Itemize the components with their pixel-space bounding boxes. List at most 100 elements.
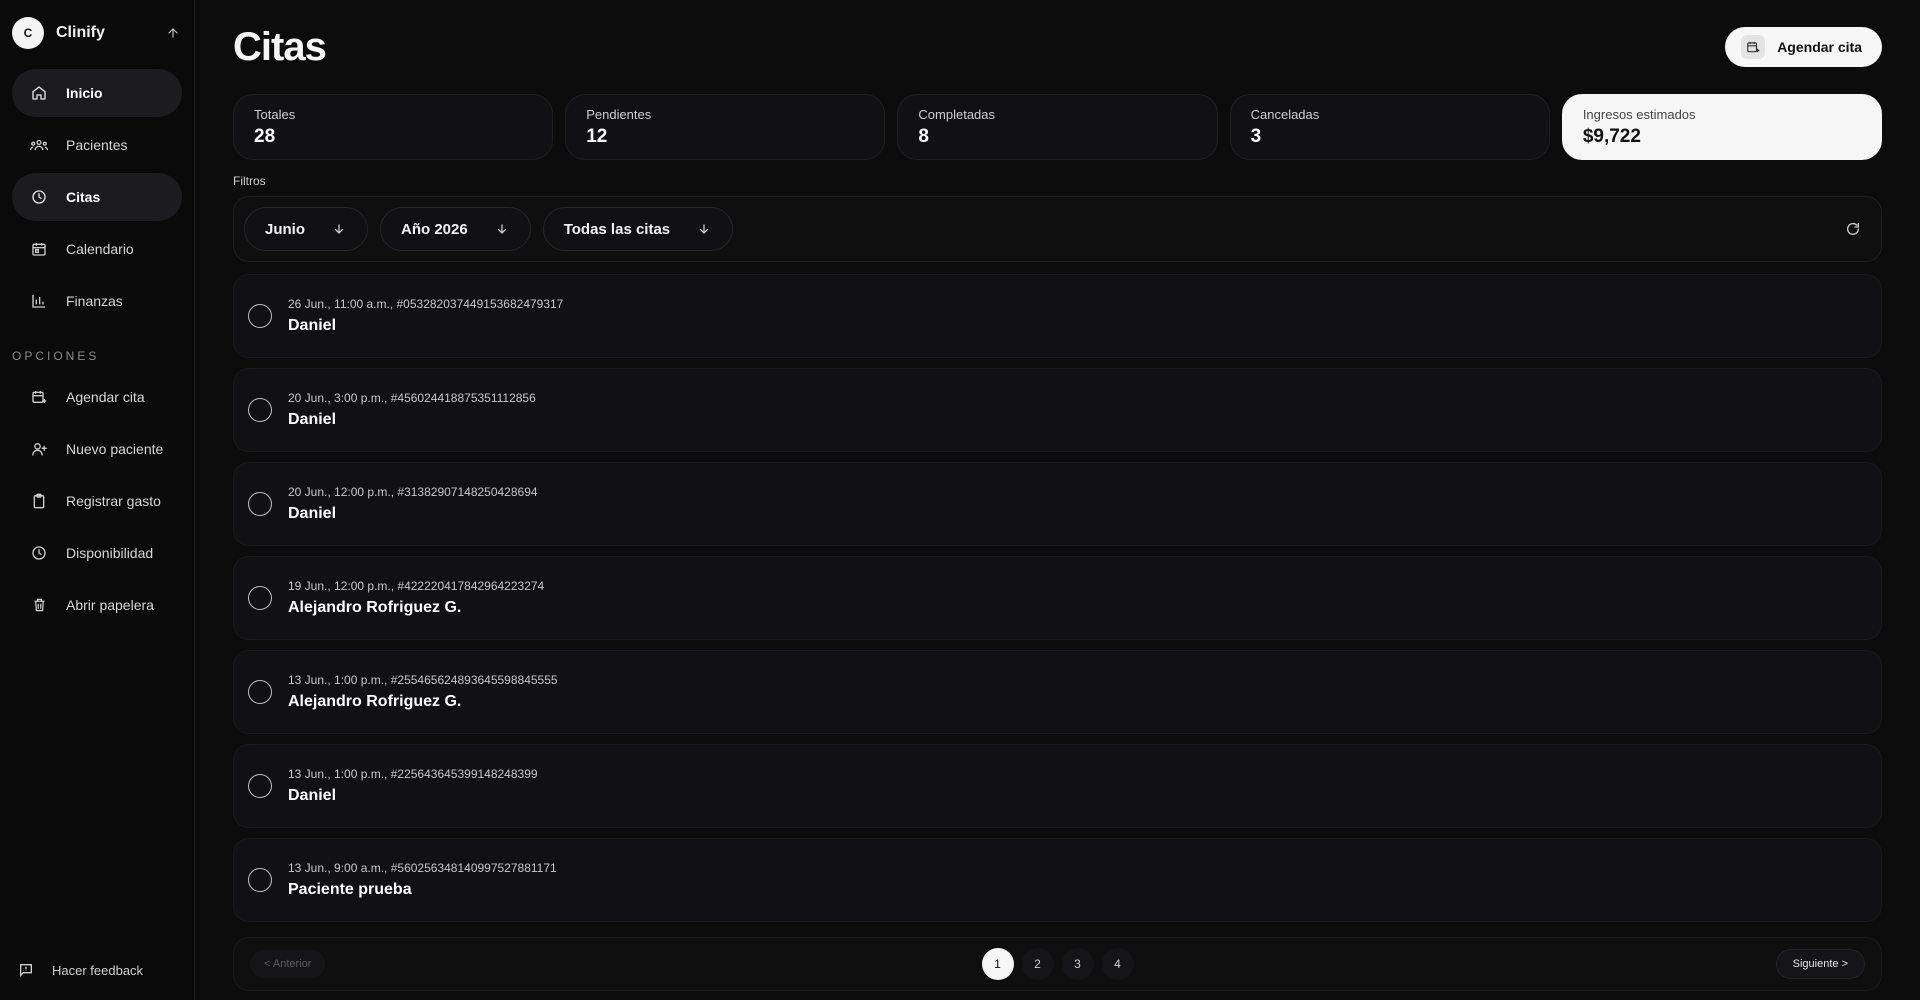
appointment-info: 13 Jun., 1:00 p.m., #2554656248936455988… bbox=[288, 673, 558, 711]
sidebar-item-label: Abrir papelera bbox=[66, 597, 154, 613]
sidebar-item-calendario[interactable]: Calendario bbox=[12, 225, 182, 273]
stat-label: Pendientes bbox=[586, 107, 652, 122]
users-icon bbox=[30, 136, 48, 154]
refresh-icon[interactable] bbox=[1845, 221, 1863, 239]
appointment-radio[interactable] bbox=[248, 304, 272, 328]
stat-label: Totales bbox=[254, 107, 296, 122]
clock-icon bbox=[30, 188, 48, 206]
sidebar-item-citas[interactable]: Citas bbox=[12, 173, 182, 221]
appointment-patient: Daniel bbox=[288, 411, 337, 428]
sidebar-item-label: Citas bbox=[66, 189, 101, 205]
clock-icon bbox=[30, 544, 48, 562]
appointment-info: 13 Jun., 9:00 a.m., #5602563481409975278… bbox=[288, 861, 557, 899]
page-1-button[interactable]: 1 bbox=[981, 948, 1014, 980]
stat-card-pendientes: Pendientes 12 bbox=[565, 94, 886, 160]
type-filter[interactable]: Todas las citas bbox=[542, 207, 734, 251]
pagination: < Anterior 1 2 3 4 Siguiente > bbox=[233, 937, 1882, 991]
next-page-button[interactable]: Siguiente > bbox=[1775, 949, 1865, 979]
trash-icon bbox=[30, 596, 48, 614]
stats-row: Totales 28 Pendientes 12 Completadas 8 C… bbox=[233, 94, 1883, 160]
appointment-row[interactable]: 26 Jun., 11:00 a.m., #053282037449153682… bbox=[233, 274, 1882, 358]
stat-value: 12 bbox=[586, 126, 608, 147]
appointment-radio[interactable] bbox=[248, 774, 272, 798]
appointment-radio[interactable] bbox=[248, 492, 272, 516]
appointment-radio[interactable] bbox=[248, 398, 272, 422]
appointment-meta: 26 Jun., 11:00 a.m., #053282037449153682… bbox=[288, 297, 564, 311]
stat-card-canceladas: Canceladas 3 bbox=[1229, 94, 1550, 160]
month-filter[interactable]: Junio bbox=[244, 207, 368, 251]
stat-card-totales: Totales 28 bbox=[233, 94, 554, 160]
appointment-info: 20 Jun., 3:00 p.m., #4560244188753511128… bbox=[288, 391, 536, 429]
page-numbers: 1 2 3 4 bbox=[981, 948, 1134, 980]
brand-avatar: C bbox=[12, 16, 44, 49]
appointment-radio[interactable] bbox=[248, 680, 272, 704]
sidebar-item-abrir-papelera[interactable]: Abrir papelera bbox=[12, 581, 182, 629]
sidebar: C Clinify Inicio Pacientes Citas Calenda… bbox=[0, 0, 195, 1000]
appointment-patient: Paciente prueba bbox=[288, 881, 412, 898]
agendar-cita-button-label: Agendar cita bbox=[1777, 39, 1862, 55]
sidebar-item-inicio[interactable]: Inicio bbox=[12, 69, 182, 117]
appointment-radio[interactable] bbox=[248, 586, 272, 610]
section-label: OPCIONES bbox=[12, 349, 100, 363]
home-icon bbox=[30, 84, 48, 102]
app-root: C Clinify Inicio Pacientes Citas Calenda… bbox=[0, 0, 1920, 1000]
brand-name: Clinify bbox=[56, 23, 105, 41]
appointment-meta: 13 Jun., 1:00 p.m., #2554656248936455988… bbox=[288, 673, 558, 687]
appointment-info: 13 Jun., 1:00 p.m., #2256436453991482483… bbox=[288, 767, 538, 805]
arrow-up-icon[interactable] bbox=[164, 24, 182, 42]
clipboard-icon bbox=[30, 492, 48, 510]
year-filter[interactable]: Año 2026 bbox=[380, 207, 531, 251]
arrow-down-icon bbox=[333, 222, 347, 236]
sidebar-item-finanzas[interactable]: Finanzas bbox=[12, 277, 182, 325]
appointment-row[interactable]: 19 Jun., 12:00 p.m., #422220417842964223… bbox=[233, 556, 1882, 640]
prev-page-button[interactable]: < Anterior bbox=[250, 950, 326, 978]
appointment-row[interactable]: 20 Jun., 3:00 p.m., #4560244188753511128… bbox=[233, 368, 1882, 452]
year-filter-value: Año 2026 bbox=[401, 220, 468, 238]
appointment-patient: Daniel bbox=[288, 505, 337, 522]
stat-label: Canceladas bbox=[1250, 107, 1320, 122]
appointment-meta: 20 Jun., 12:00 p.m., #313829071482504286… bbox=[288, 485, 538, 499]
page-4-button[interactable]: 4 bbox=[1101, 948, 1134, 980]
page-title: Citas bbox=[233, 24, 327, 69]
sidebar-item-agendar-cita[interactable]: Agendar cita bbox=[12, 373, 182, 421]
sidebar-item-label: Disponibilidad bbox=[66, 545, 154, 561]
feedback-link[interactable]: Hacer feedback bbox=[18, 962, 143, 978]
filters-label: Filtros bbox=[233, 174, 266, 188]
filters-bar: Junio Año 2026 Todas las citas bbox=[233, 196, 1882, 262]
appointment-patient: Daniel bbox=[288, 787, 337, 804]
stat-label: Completadas bbox=[918, 107, 996, 122]
sidebar-item-registrar-gasto[interactable]: Registrar gasto bbox=[12, 477, 182, 525]
appointment-radio[interactable] bbox=[248, 868, 272, 892]
appointment-patient: Daniel bbox=[288, 317, 337, 334]
appointment-row[interactable]: 13 Jun., 9:00 a.m., #5602563481409975278… bbox=[233, 838, 1882, 922]
appointment-meta: 19 Jun., 12:00 p.m., #422220417842964223… bbox=[288, 579, 545, 593]
sidebar-item-disponibilidad[interactable]: Disponibilidad bbox=[12, 529, 182, 577]
appointment-row[interactable]: 13 Jun., 1:00 p.m., #2256436453991482483… bbox=[233, 744, 1882, 828]
message-square-icon bbox=[18, 962, 34, 978]
sidebar-item-nuevo-paciente[interactable]: Nuevo paciente bbox=[12, 425, 182, 473]
appointment-info: 20 Jun., 12:00 p.m., #313829071482504286… bbox=[288, 485, 538, 523]
appointment-meta: 13 Jun., 9:00 a.m., #5602563481409975278… bbox=[288, 861, 557, 875]
bar-chart-icon bbox=[30, 292, 48, 310]
calendar-icon bbox=[30, 240, 48, 258]
appointment-row[interactable]: 13 Jun., 1:00 p.m., #2554656248936455988… bbox=[233, 650, 1882, 734]
feedback-label: Hacer feedback bbox=[52, 962, 144, 978]
appointment-patient: Alejandro Rofriguez G. bbox=[288, 693, 462, 710]
page-3-button[interactable]: 3 bbox=[1061, 948, 1094, 980]
appointment-meta: 20 Jun., 3:00 p.m., #4560244188753511128… bbox=[288, 391, 536, 405]
user-plus-icon bbox=[30, 440, 48, 458]
stat-value: 3 bbox=[1250, 126, 1262, 147]
calendar-plus-icon bbox=[1741, 35, 1766, 59]
type-filter-value: Todas las citas bbox=[563, 220, 671, 238]
main-content: Citas Agendar cita Totales 28 Pendientes… bbox=[195, 0, 1920, 1000]
brand[interactable]: C Clinify bbox=[12, 16, 182, 49]
calendar-plus-icon bbox=[30, 388, 48, 406]
stat-label: Ingresos estimados bbox=[1582, 107, 1696, 122]
appointment-info: 19 Jun., 12:00 p.m., #422220417842964223… bbox=[288, 579, 544, 617]
sidebar-item-pacientes[interactable]: Pacientes bbox=[12, 121, 182, 169]
page-2-button[interactable]: 2 bbox=[1021, 948, 1054, 980]
appointment-row[interactable]: 20 Jun., 12:00 p.m., #313829071482504286… bbox=[233, 462, 1882, 546]
agendar-cita-button[interactable]: Agendar cita bbox=[1725, 27, 1882, 67]
appointment-patient: Alejandro Rofriguez G. bbox=[288, 599, 462, 616]
stat-value: 8 bbox=[918, 126, 929, 147]
